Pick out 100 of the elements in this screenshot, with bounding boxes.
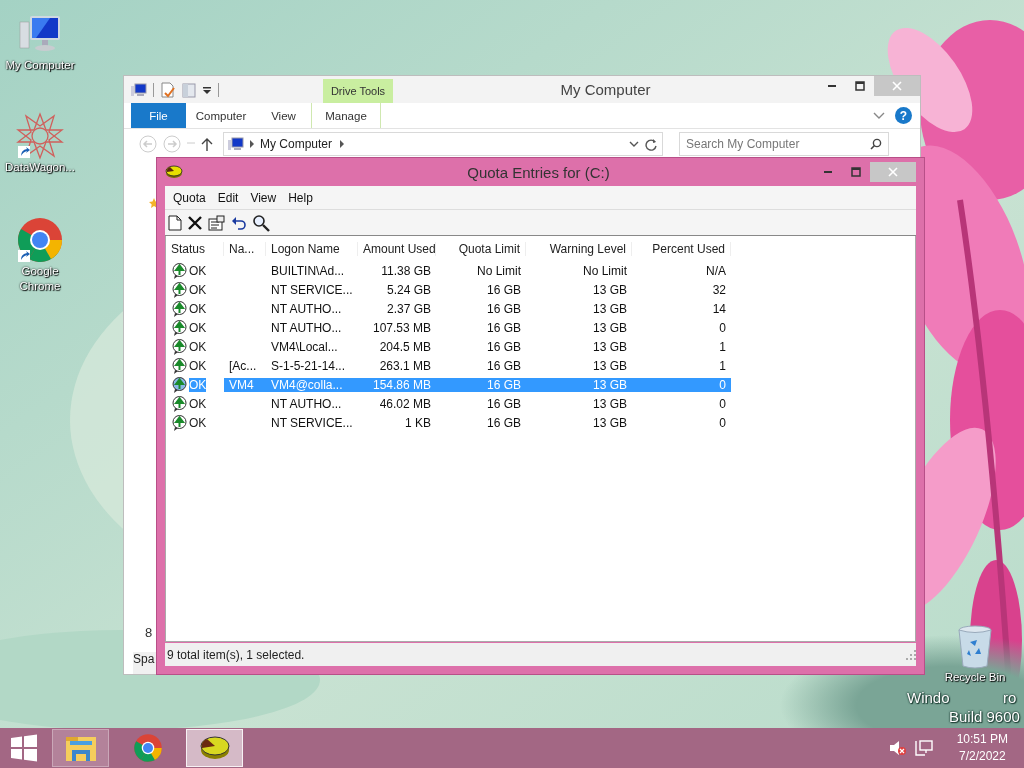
status-ok-icon <box>172 281 187 298</box>
table-cell-text: 13 GB <box>591 396 628 411</box>
resize-grip-icon <box>906 649 916 660</box>
search-icon[interactable] <box>252 213 270 232</box>
table-cell-text: VM4\Local... <box>270 339 339 354</box>
table-cell-text: 16 GB <box>485 301 522 316</box>
table-cell-text: 0 <box>718 415 727 430</box>
column-header[interactable]: Status <box>166 242 224 256</box>
table-cell-text: 13 GB <box>591 320 628 335</box>
table-cell-text: 16 GB <box>485 358 522 373</box>
window-title: Quota Entries for (C:) <box>466 163 611 181</box>
item-count-text: 8 <box>145 625 154 640</box>
chevron-right-icon <box>249 140 255 148</box>
status-ok-icon <box>172 357 187 374</box>
taskbar-button[interactable] <box>186 729 243 767</box>
minimize-icon <box>824 171 832 173</box>
file-menu-button[interactable]: File <box>131 103 186 128</box>
table-cell-text: 14 <box>711 301 727 316</box>
chrome-icon <box>132 733 163 763</box>
table-cell: 154.86 MB <box>358 377 436 392</box>
delete-icon[interactable] <box>187 214 203 231</box>
table-row[interactable]: OK NT SERVICE... 1 KB 16 GB 13 GB 0 <box>166 413 915 432</box>
table-row[interactable]: OK NT AUTHO... 2.37 GB 16 GB 13 GB 14 <box>166 299 915 318</box>
speaker-muted-icon[interactable] <box>888 740 907 756</box>
column-header[interactable]: Warning Level <box>526 242 632 256</box>
refresh-icon <box>644 137 658 151</box>
status-ok-icon <box>172 395 187 412</box>
table-row[interactable]: OK [Ac... S-1-5-21-14... 263.1 MB 16 GB 13 GB 1 <box>166 356 915 375</box>
table-cell: OK <box>189 377 207 392</box>
table-cell: OK <box>189 320 207 335</box>
table-row[interactable]: OK NT AUTHO... 107.53 MB 16 GB 13 GB 0 <box>166 318 915 337</box>
table-cell-text: 13 GB <box>591 282 628 297</box>
chrome-icon <box>16 216 64 264</box>
table-cell-text: 107.53 MB <box>371 320 432 335</box>
status-ok-icon <box>172 319 187 336</box>
table-row[interactable]: OK NT SERVICE... 5.24 GB 16 GB 13 GB 32 <box>166 280 915 299</box>
table-cell-text: 13 GB <box>591 415 628 430</box>
menu-item[interactable]: Help <box>282 190 319 205</box>
table-cell-text: 1 <box>718 339 727 354</box>
column-header[interactable]: Amount Used <box>358 242 436 256</box>
start-icon[interactable] <box>10 734 38 762</box>
menu-item[interactable]: Edit <box>211 190 245 205</box>
table-cell: 13 GB <box>526 377 632 392</box>
icon-label: Recycle Bin <box>943 670 1007 685</box>
search-icon <box>870 138 882 150</box>
table-cell-text: 1 <box>718 358 727 373</box>
watermark-text: Windo <box>907 689 950 706</box>
table-cell-text: 0 <box>718 396 727 411</box>
expand-ribbon-icon[interactable] <box>873 111 885 120</box>
table-row[interactable]: OK NT AUTHO... 46.02 MB 16 GB 13 GB 0 <box>166 394 915 413</box>
watermark-text: Build 9600 <box>949 708 1020 725</box>
table-row[interactable]: OK VM4\Local... 204.5 MB 16 GB 13 GB 1 <box>166 337 915 356</box>
status-ok-icon <box>172 376 187 393</box>
table-cell: OK <box>189 301 207 316</box>
column-header[interactable]: Percent Used <box>632 242 731 256</box>
table-cell-text: No Limit <box>476 263 522 278</box>
network-icon[interactable] <box>914 740 933 756</box>
column-header[interactable]: Na... <box>224 242 266 256</box>
status-ok-icon <box>172 262 187 279</box>
ribbon-tab[interactable]: View <box>256 103 311 128</box>
table-cell: VM4@colla... <box>266 377 358 392</box>
table-cell-text: 1 KB <box>404 415 432 430</box>
window-title: My Computer <box>559 80 652 100</box>
chevron-down-icon <box>629 140 639 148</box>
table-cell-text: NT AUTHO... <box>270 396 343 411</box>
properties-icon[interactable] <box>208 214 226 231</box>
app-icon <box>165 165 183 179</box>
address-bar[interactable]: My Computer <box>223 132 663 156</box>
dropdown-icon[interactable] <box>202 84 212 95</box>
computer-icon[interactable] <box>131 82 147 97</box>
clock-date[interactable]: 7/2/2022 <box>958 748 1006 765</box>
menu-item[interactable]: Quota <box>167 190 212 205</box>
table-cell-text: N/A <box>705 263 727 278</box>
clock-time[interactable]: 10:51 PM <box>956 731 1008 748</box>
app-icon <box>198 734 231 762</box>
close-icon <box>888 167 898 177</box>
table-cell: OK <box>189 415 207 430</box>
up-arrow-icon[interactable] <box>201 137 213 151</box>
table-cell-text: NT AUTHO... <box>270 320 343 335</box>
table-cell-text: 16 GB <box>485 415 522 430</box>
status-bar-text: 9 total item(s), 1 selected. <box>167 647 306 662</box>
properties-icon[interactable] <box>160 81 176 98</box>
table-row[interactable]: OK BUILTIN\Ad... 11.38 GB No Limit No Limit N/A <box>166 261 915 280</box>
table-cell-text: 16 GB <box>485 282 522 297</box>
table-cell-text: NT SERVICE... <box>270 415 354 430</box>
menu-item[interactable]: View <box>244 190 283 205</box>
table-cell-text: 0 <box>718 320 727 335</box>
ribbon-tab[interactable]: Computer <box>186 103 256 128</box>
table-cell-text: 13 GB <box>591 358 628 373</box>
new-document-icon[interactable] <box>168 214 182 231</box>
table-cell: OK <box>189 339 207 354</box>
table-cell-text: 11.38 GB <box>380 263 432 278</box>
table-cell: OK <box>189 263 207 278</box>
table-cell-text: S-1-5-21-14... <box>270 358 347 373</box>
help-button[interactable]: ? <box>895 107 912 124</box>
column-header[interactable]: Quota Limit <box>436 242 526 256</box>
search-field[interactable]: Search My Computer <box>679 132 889 156</box>
undo-icon[interactable] <box>231 215 247 230</box>
column-header[interactable]: Logon Name <box>266 242 358 256</box>
minimize-icon <box>828 85 836 87</box>
